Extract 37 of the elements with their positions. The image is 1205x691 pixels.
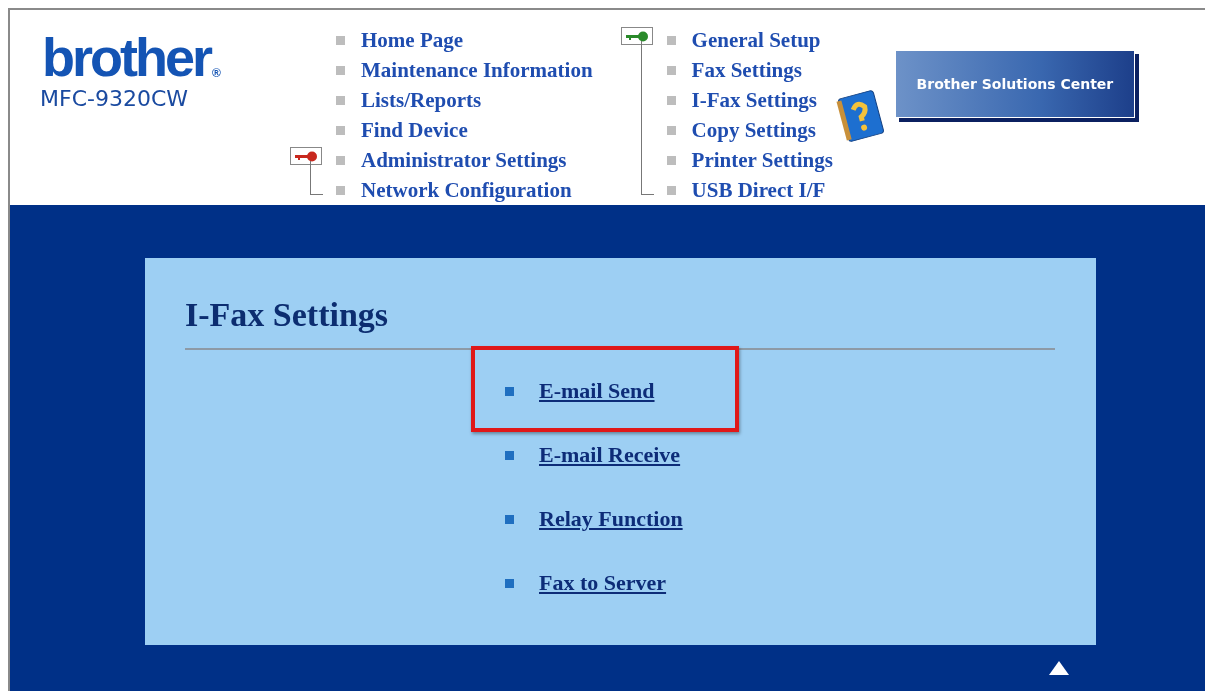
up-arrow-icon[interactable] (1048, 660, 1070, 676)
nav-link[interactable]: Maintenance Information (361, 57, 593, 83)
nav-link[interactable]: Administrator Settings (361, 147, 567, 173)
nav-link[interactable]: Home Page (361, 27, 464, 53)
settings-link[interactable]: Fax to Server (539, 570, 667, 596)
nav-link[interactable]: Printer Settings (691, 147, 833, 173)
bullet-icon (666, 185, 676, 195)
bullet-icon (336, 155, 345, 165)
bullet-icon (336, 125, 345, 135)
bullet-icon (505, 514, 514, 524)
bullet-icon (505, 578, 514, 588)
nav-link[interactable]: Lists/Reports (361, 87, 482, 113)
bullet-icon (666, 125, 676, 135)
bullet-icon (336, 35, 345, 45)
settings-link[interactable]: E-mail Send (539, 378, 655, 404)
page-title: I-Fax Settings (185, 296, 390, 334)
nav-link[interactable]: General Setup (691, 27, 821, 53)
nav-link[interactable]: Copy Settings (691, 117, 816, 143)
bullet-icon (336, 95, 345, 105)
bullet-icon (666, 35, 676, 45)
nav-link[interactable]: Network Configuration (361, 177, 572, 203)
bullet-icon (505, 386, 514, 396)
bracket-line (310, 161, 323, 195)
nav-link[interactable]: I-Fax Settings (691, 87, 817, 113)
model-name: MFC-9320CW (40, 86, 190, 111)
bullet-icon (666, 155, 676, 165)
bullet-icon (666, 65, 676, 75)
settings-link[interactable]: E-mail Receive (539, 442, 681, 468)
bullet-icon (505, 450, 514, 460)
bullet-icon (336, 65, 345, 75)
settings-link[interactable]: Relay Function (539, 506, 683, 532)
bullet-icon (666, 95, 676, 105)
bullet-icon (336, 185, 345, 195)
nav-link[interactable]: Find Device (361, 117, 468, 143)
nav-link[interactable]: USB Direct I/F (691, 177, 826, 203)
nav-link[interactable]: Fax Settings (691, 57, 802, 83)
brand-logo: brother® (42, 34, 222, 80)
